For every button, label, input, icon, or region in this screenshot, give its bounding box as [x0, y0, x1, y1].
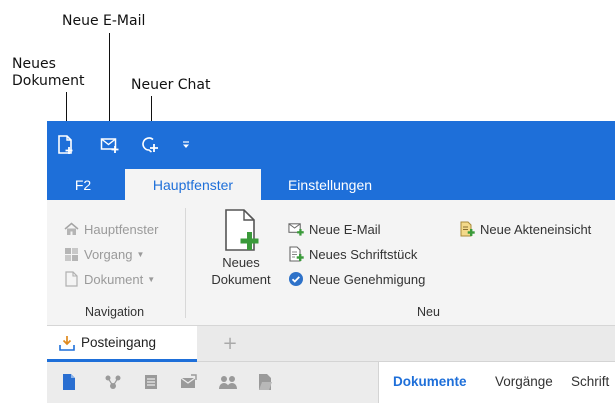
ribbon-tab-bar: F2 Hauptfenster Einstellungen: [47, 169, 615, 200]
home-icon: [63, 221, 79, 237]
quick-new-email-button[interactable]: [99, 134, 121, 156]
group-label-navigation: Navigation: [85, 305, 145, 319]
plus-icon: +: [222, 332, 238, 354]
new-email-icon: [288, 221, 304, 237]
new-approval-button[interactable]: Neue Genehmigung: [288, 269, 425, 289]
sidebar-documents-button[interactable]: [59, 372, 79, 392]
sidebar-people-button[interactable]: [218, 372, 238, 392]
nav-hauptfenster-button[interactable]: Hauptfenster: [63, 219, 158, 239]
people-icon: [219, 376, 237, 389]
ribbon-group-separator: [185, 208, 186, 318]
tab-posteingang-label: Posteingang: [81, 335, 157, 350]
callout-new-chat: Neuer Chat: [131, 77, 211, 93]
folder-icon: [259, 374, 272, 390]
tab-posteingang[interactable]: Posteingang: [47, 326, 197, 362]
nav-dokument-label: Dokument: [84, 271, 144, 287]
inbox-icon: [59, 335, 75, 351]
new-letter-button[interactable]: Neues Schriftstück: [288, 244, 417, 264]
subtab-schrift[interactable]: Schrift: [571, 374, 609, 389]
new-document-large-button[interactable]: Neues Dokument: [201, 208, 281, 308]
chevron-down-icon: ▼: [136, 249, 145, 259]
new-document-large-label: Neues Dokument: [211, 254, 270, 288]
new-file-inspection-label: Neue Akteneinsicht: [480, 221, 592, 237]
sidebar-toolbar: [47, 362, 379, 403]
quick-new-document-button[interactable]: [55, 134, 77, 156]
new-email-button[interactable]: Neue E-Mail: [288, 219, 381, 239]
new-approval-label: Neue Genehmigung: [309, 271, 426, 287]
document-tab-strip: Posteingang +: [47, 326, 615, 362]
subtab-dokumente[interactable]: Dokumente: [393, 374, 467, 389]
tab-f2[interactable]: F2: [47, 169, 119, 200]
case-icon: [63, 246, 79, 262]
callout-new-email: Neue E-Mail: [62, 13, 146, 29]
chevron-down-icon: ▼: [147, 274, 156, 284]
new-letter-label: Neues Schriftstück: [309, 246, 418, 262]
title-bar: [47, 121, 615, 169]
nav-vorgang-dropdown[interactable]: Vorgang ▼: [63, 244, 144, 264]
callout-new-document-line2: Dokument: [12, 73, 85, 89]
content-area: Dokumente Vorgänge Schrift: [47, 362, 615, 403]
group-label-neu: Neu: [417, 305, 440, 319]
quick-access-customize-button[interactable]: [175, 134, 197, 156]
nav-vorgang-label: Vorgang: [84, 246, 133, 262]
document-icon: [63, 374, 75, 390]
tab-einstellungen[interactable]: Einstellungen: [275, 169, 385, 200]
quick-new-chat-button[interactable]: [139, 134, 161, 156]
callout-new-document-line1: Neues: [12, 56, 56, 72]
customize-dropdown-icon: [183, 141, 189, 148]
list-icon: [145, 375, 157, 389]
new-file-inspection-button[interactable]: Neue Akteneinsicht: [459, 219, 591, 239]
add-tab-button[interactable]: +: [221, 332, 239, 354]
nav-hauptfenster-label: Hauptfenster: [84, 221, 159, 237]
app-window: F2 Hauptfenster Einstellungen Hauptfenst…: [47, 121, 615, 403]
new-chat-icon: [142, 137, 158, 153]
nav-dokument-dropdown[interactable]: Dokument ▼: [63, 269, 155, 289]
tab-hauptfenster[interactable]: Hauptfenster: [125, 169, 261, 200]
file-inspection-icon: [459, 221, 475, 237]
network-icon: [105, 375, 121, 389]
new-email-icon: [100, 138, 119, 153]
sidebar-network-button[interactable]: [103, 372, 123, 392]
sidebar-folder-button[interactable]: [255, 372, 275, 392]
new-document-icon: [58, 135, 73, 154]
new-email-label: Neue E-Mail: [309, 221, 381, 237]
new-document-large-icon: [225, 209, 259, 251]
new-document-large-label-line1: Neues: [222, 255, 260, 270]
new-letter-icon: [288, 246, 304, 262]
callout-new-document: Neues Dokument: [12, 56, 85, 90]
sidebar-mail-button[interactable]: [179, 372, 199, 392]
sidebar-list-button[interactable]: [141, 372, 161, 392]
ribbon-panel: Hauptfenster Vorgang ▼ Dokument ▼ Naviga…: [47, 200, 615, 326]
mail-icon: [180, 374, 197, 388]
approval-icon: [288, 271, 304, 287]
document-icon: [63, 271, 79, 287]
new-document-large-label-line2: Dokument: [211, 272, 271, 287]
callout-line-new-email: [109, 33, 110, 126]
subtab-vorgaenge[interactable]: Vorgänge: [495, 374, 553, 389]
